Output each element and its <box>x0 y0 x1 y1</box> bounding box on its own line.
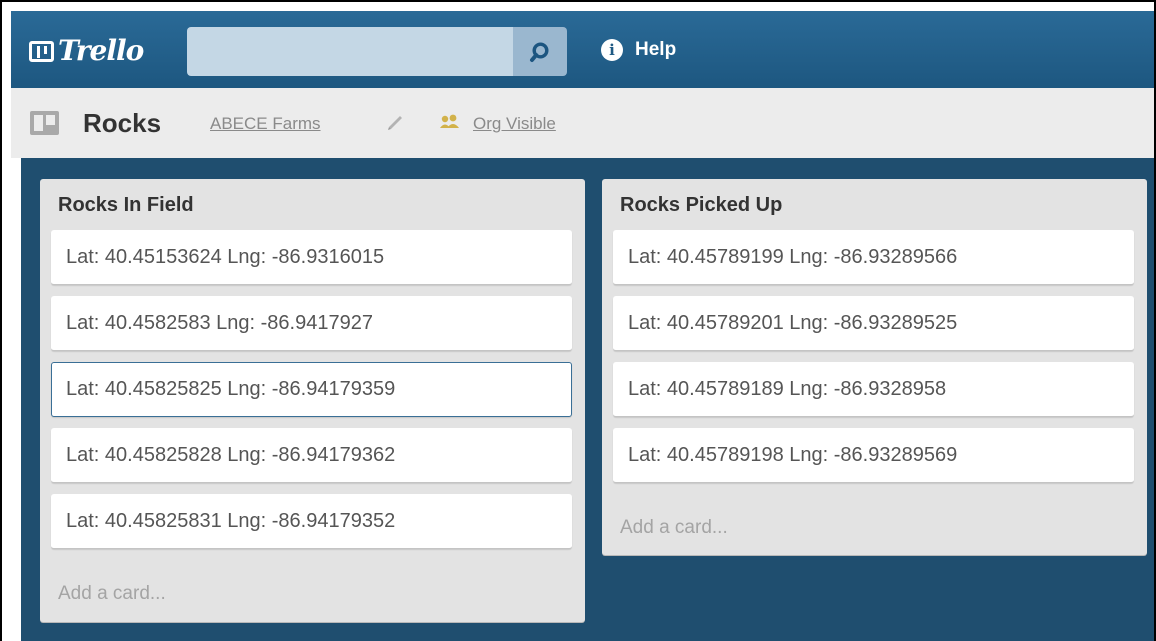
search-button[interactable] <box>513 27 567 76</box>
list-rocks-picked-up: Rocks Picked Up Lat: 40.45789199 Lng: -8… <box>602 179 1147 555</box>
info-icon: i <box>601 39 623 61</box>
top-header: Trello i Help <box>11 11 1154 88</box>
help-link[interactable]: i Help <box>601 35 676 65</box>
card[interactable]: Lat: 40.45789199 Lng: -86.93289566 <box>613 230 1134 285</box>
pencil-icon[interactable] <box>385 112 405 132</box>
help-label: Help <box>635 39 677 60</box>
card[interactable]: Lat: 40.45789198 Lng: -86.93289569 <box>613 428 1134 483</box>
card[interactable]: Lat: 40.45825828 Lng: -86.94179362 <box>51 428 572 483</box>
card[interactable]: Lat: 40.45789189 Lng: -86.9328958 <box>613 362 1134 417</box>
add-card-link[interactable]: Add a card... <box>620 516 728 540</box>
organization-link[interactable]: ABECE Farms <box>210 113 321 135</box>
members-icon <box>440 114 459 128</box>
search-input[interactable] <box>187 27 513 76</box>
board-title[interactable]: Rocks <box>83 107 161 139</box>
visibility-link[interactable]: Org Visible <box>473 113 556 135</box>
list-rocks-in-field: Rocks In Field Lat: 40.45153624 Lng: -86… <box>40 179 585 622</box>
card[interactable]: Lat: 40.45153624 Lng: -86.9316015 <box>51 230 572 285</box>
board-icon <box>30 111 59 135</box>
search-icon <box>530 41 549 62</box>
logo-text: Trello <box>58 34 144 67</box>
card[interactable]: Lat: 40.4582583 Lng: -86.9417927 <box>51 296 572 351</box>
trello-board-icon <box>29 40 54 62</box>
app-window: Trello i Help Rocks ABECE Farms Org Visi <box>0 0 1156 641</box>
add-card-link[interactable]: Add a card... <box>58 582 166 606</box>
list-title[interactable]: Rocks Picked Up <box>620 193 782 217</box>
card[interactable]: Lat: 40.45825825 Lng: -86.94179359 <box>51 362 572 417</box>
board-header: Rocks ABECE Farms Org Visible <box>11 88 1154 158</box>
card[interactable]: Lat: 40.45825831 Lng: -86.94179352 <box>51 494 572 549</box>
list-title[interactable]: Rocks In Field <box>58 193 194 217</box>
trello-logo[interactable]: Trello <box>29 34 144 67</box>
card[interactable]: Lat: 40.45789201 Lng: -86.93289525 <box>613 296 1134 351</box>
